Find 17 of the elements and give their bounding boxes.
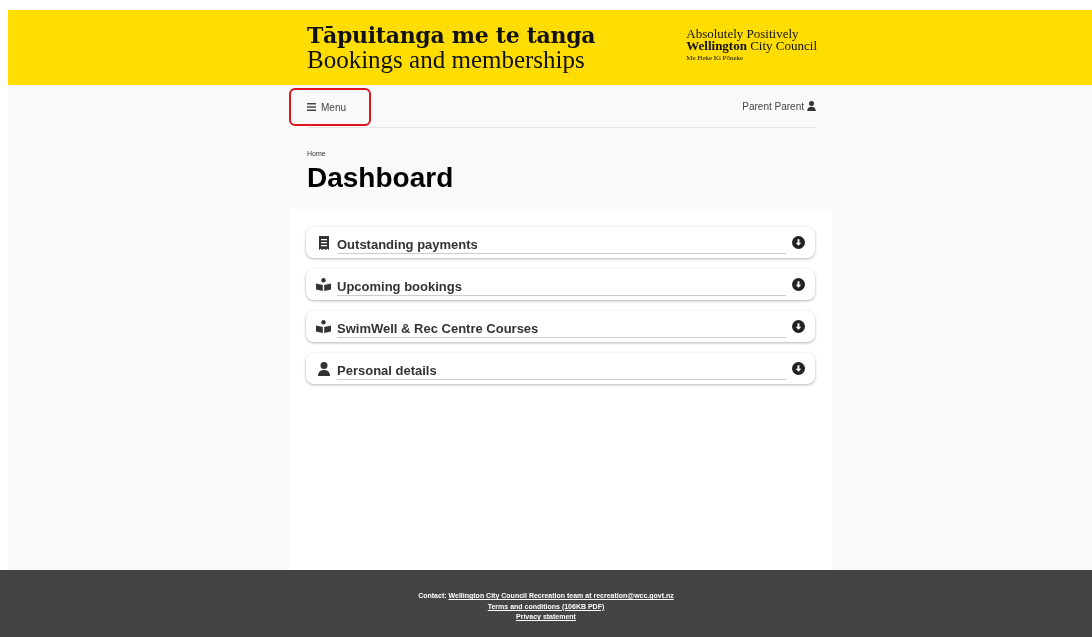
reading-person-icon [316, 278, 331, 291]
user-icon [317, 361, 330, 376]
accordion-header[interactable]: Outstanding payments [306, 227, 815, 258]
page-title: Dashboard [307, 162, 454, 194]
site-title: Tāpuitanga me te tanga [307, 22, 596, 48]
logo-text: Wellington City Council [686, 40, 817, 52]
menu-button[interactable]: Menu [289, 88, 371, 126]
accordion-header[interactable]: Upcoming bookings [306, 269, 815, 300]
receipt-icon [318, 235, 329, 250]
user-name-link[interactable]: Parent Parent [742, 100, 804, 112]
menu-icon [307, 103, 316, 111]
accordion-header[interactable]: SwimWell & Rec Centre Courses [306, 311, 815, 342]
site-subtitle: Bookings and memberships [307, 48, 585, 72]
reading-person-icon [316, 320, 331, 333]
logo-text: Absolutely Positively [686, 28, 800, 40]
accordion-header[interactable]: Personal details [306, 353, 815, 384]
user-icon [807, 101, 816, 111]
